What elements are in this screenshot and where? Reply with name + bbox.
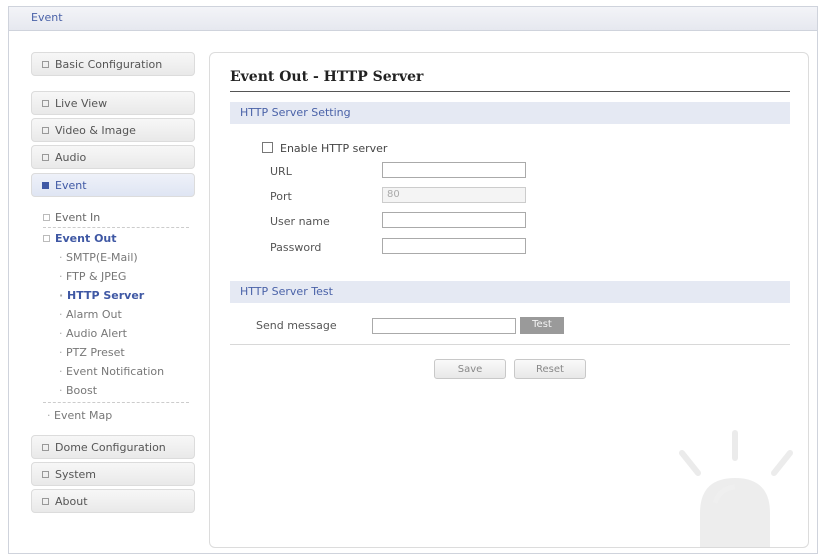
nav-about[interactable]: About bbox=[31, 489, 195, 513]
nav-basic-configuration[interactable]: Basic Configuration bbox=[31, 52, 195, 76]
password-label: Password bbox=[270, 241, 322, 254]
divider bbox=[230, 344, 790, 345]
section-http-server-setting: HTTP Server Setting bbox=[230, 102, 790, 124]
submenu-event-in[interactable]: Event In bbox=[43, 211, 100, 224]
divider bbox=[43, 402, 189, 403]
leaf-event-map[interactable]: Event Map bbox=[47, 409, 112, 422]
nav-label: Event bbox=[55, 179, 87, 192]
expand-box-icon bbox=[42, 498, 49, 505]
leaf-ftp-jpeg[interactable]: FTP & JPEG bbox=[59, 270, 126, 283]
url-input[interactable] bbox=[382, 162, 526, 178]
username-label: User name bbox=[270, 215, 330, 228]
nav-label: System bbox=[55, 468, 97, 481]
nav-label: About bbox=[55, 495, 88, 508]
collapse-box-icon bbox=[43, 235, 50, 242]
main-panel: Event Out - HTTP Server HTTP Server Sett… bbox=[209, 52, 809, 548]
event-submenu: Event In Event Out SMTP(E-Mail) FTP & JP… bbox=[31, 201, 195, 427]
expand-box-icon bbox=[42, 61, 49, 68]
leaf-boost[interactable]: Boost bbox=[59, 384, 97, 397]
siren-alarm-icon bbox=[679, 430, 793, 548]
nav-label: Dome Configuration bbox=[55, 441, 166, 454]
reset-button[interactable]: Reset bbox=[514, 359, 586, 379]
nav-label: Video & Image bbox=[55, 124, 136, 137]
leaf-ptz-preset[interactable]: PTZ Preset bbox=[59, 346, 125, 359]
nav-video-image[interactable]: Video & Image bbox=[31, 118, 195, 142]
expand-box-icon bbox=[42, 154, 49, 161]
nav-label: Live View bbox=[55, 97, 108, 110]
expand-box-icon bbox=[42, 444, 49, 451]
submenu-event-out[interactable]: Event Out bbox=[43, 232, 117, 245]
expand-box-icon bbox=[42, 127, 49, 134]
leaf-http-server[interactable]: HTTP Server bbox=[59, 289, 144, 302]
leaf-event-notification[interactable]: Event Notification bbox=[59, 365, 164, 378]
nav-label: Audio bbox=[55, 151, 87, 164]
nav-system[interactable]: System bbox=[31, 462, 195, 486]
submenu-label: Event In bbox=[55, 211, 101, 224]
leaf-alarm-out[interactable]: Alarm Out bbox=[59, 308, 122, 321]
nav-live-view[interactable]: Live View bbox=[31, 91, 195, 115]
enable-http-server-label: Enable HTTP server bbox=[280, 142, 388, 155]
expand-box-icon bbox=[42, 100, 49, 107]
nav-event[interactable]: Event bbox=[31, 173, 195, 197]
test-button[interactable]: Test bbox=[520, 317, 564, 334]
nav-label: Basic Configuration bbox=[55, 58, 163, 71]
section-http-server-test: HTTP Server Test bbox=[230, 281, 790, 303]
nav-dome-configuration[interactable]: Dome Configuration bbox=[31, 435, 195, 459]
leaf-audio-alert[interactable]: Audio Alert bbox=[59, 327, 127, 340]
top-bar-title: Event bbox=[9, 7, 817, 31]
expand-box-icon bbox=[43, 214, 50, 221]
enable-http-server-checkbox[interactable] bbox=[262, 142, 273, 153]
title-divider bbox=[230, 91, 790, 92]
expand-box-icon bbox=[42, 471, 49, 478]
port-label: Port bbox=[270, 190, 292, 203]
nav-audio[interactable]: Audio bbox=[31, 145, 195, 169]
page-title: Event Out - HTTP Server bbox=[230, 69, 424, 85]
port-input[interactable]: 80 bbox=[382, 187, 526, 203]
submenu-label: Event Out bbox=[55, 232, 117, 245]
app-frame: Event Basic Configuration Live View Vide… bbox=[8, 6, 818, 554]
send-message-input[interactable] bbox=[372, 318, 516, 334]
send-message-label: Send message bbox=[256, 319, 337, 332]
username-input[interactable] bbox=[382, 212, 526, 228]
password-input[interactable] bbox=[382, 238, 526, 254]
leaf-smtp[interactable]: SMTP(E-Mail) bbox=[59, 251, 138, 264]
divider bbox=[43, 227, 189, 228]
save-button[interactable]: Save bbox=[434, 359, 506, 379]
url-label: URL bbox=[270, 165, 292, 178]
collapse-box-icon bbox=[42, 182, 49, 189]
